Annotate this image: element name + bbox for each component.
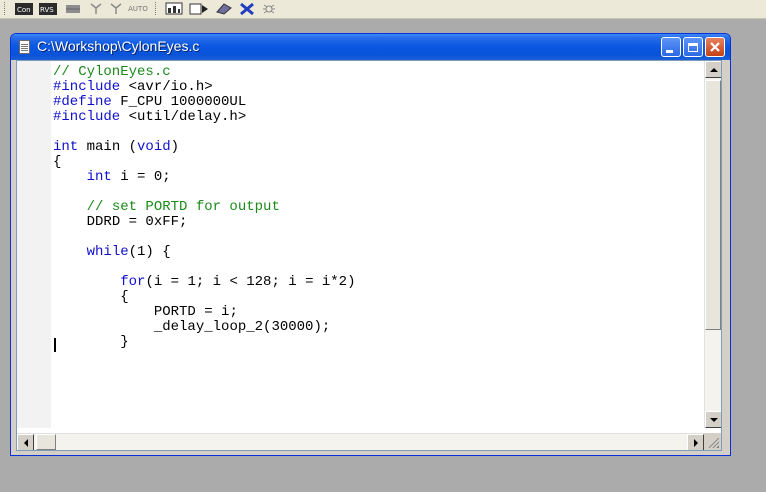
minimize-button[interactable]	[661, 37, 681, 57]
code-text-segment: _delay_loop_2(30000);	[153, 319, 331, 335]
code-text-segment: <util/delay.h>	[120, 109, 247, 125]
code-text-segment: DDRD = 0xFF;	[86, 214, 188, 230]
tree-icon	[90, 3, 102, 14]
document-icon[interactable]	[19, 40, 30, 54]
chevron-up-icon	[709, 67, 718, 72]
tree-icon	[110, 3, 122, 14]
code-text-segment: {	[53, 154, 62, 170]
window-titlebar[interactable]: C:\Workshop\CylonEyes.c	[11, 34, 730, 60]
maximize-icon	[688, 42, 698, 52]
editor-gutter[interactable]	[17, 61, 51, 428]
code-text-segment: F_CPU 1000000UL	[111, 94, 247, 110]
paint-icon	[216, 3, 232, 15]
auto-icon: AUTO	[128, 4, 148, 13]
auto-button[interactable]: AUTO	[126, 1, 150, 16]
vertical-scroll-thumb[interactable]	[705, 80, 721, 330]
code-editor[interactable]: // CylonEyes.c #include <avr/io.h> #defi…	[16, 60, 722, 451]
tree-button[interactable]	[88, 1, 104, 16]
close-icon	[710, 42, 720, 52]
main-toolbar: Con RVS AUTO	[0, 0, 766, 19]
editor-window[interactable]: C:\Workshop\CylonEyes.c // CylonEyes.c #…	[10, 33, 731, 456]
chevron-down-icon	[709, 417, 718, 422]
code-text-segment: )	[170, 139, 180, 155]
chart-icon	[165, 2, 183, 15]
code-keyword: int	[86, 169, 112, 185]
code-keyword: void	[137, 139, 171, 155]
resize-grip[interactable]	[704, 433, 721, 450]
horizontal-scrollbar[interactable]	[17, 433, 704, 450]
paint-button[interactable]	[214, 1, 234, 16]
code-text-segment: main (	[78, 139, 138, 155]
code-text[interactable]: // CylonEyes.c #include <avr/io.h> #defi…	[53, 65, 355, 350]
minimize-icon	[666, 49, 673, 53]
code-keyword: for	[120, 274, 146, 290]
scroll-left-button[interactable]	[17, 434, 34, 450]
debug-icon	[263, 4, 275, 14]
arrow-icon	[189, 3, 208, 15]
compile-icon: Con	[15, 2, 33, 15]
code-text-segment: {	[120, 289, 129, 305]
code-directive: #include	[53, 109, 121, 125]
toolbar-grip[interactable]	[4, 2, 7, 15]
code-text-segment: <avr/io.h>	[120, 79, 213, 95]
text-caret	[54, 338, 56, 352]
close-button[interactable]	[705, 37, 725, 57]
code-directive: #include	[53, 79, 121, 95]
chart-button[interactable]	[164, 1, 184, 16]
scroll-right-button[interactable]	[687, 434, 704, 450]
code-text-segment: PORTD = i;	[153, 304, 238, 320]
window-title: C:\Workshop\CylonEyes.c	[37, 38, 200, 54]
debug-button[interactable]	[260, 1, 278, 16]
make-button[interactable]	[64, 1, 82, 16]
svg-text:Con: Con	[17, 6, 31, 14]
horizontal-scroll-thumb[interactable]	[36, 434, 56, 450]
build-icon: RVS	[39, 2, 57, 15]
toolbar-separator	[155, 2, 158, 15]
vertical-scrollbar[interactable]	[704, 61, 721, 428]
chevron-right-icon	[693, 438, 698, 447]
download-button[interactable]	[188, 1, 210, 16]
code-text-segment: (i = 1; i < 128; i = i*2)	[145, 274, 356, 290]
chevron-left-icon	[23, 438, 28, 447]
code-comment: // CylonEyes.c	[53, 64, 171, 80]
code-text-segment: (1) {	[128, 244, 171, 260]
scroll-down-button[interactable]	[705, 411, 721, 428]
build-button[interactable]: RVS	[38, 1, 58, 16]
maximize-button[interactable]	[683, 37, 703, 57]
code-keyword: while	[86, 244, 129, 260]
make-icon	[66, 4, 80, 13]
delete-icon	[240, 2, 254, 15]
tree-button-2[interactable]	[108, 1, 124, 16]
code-comment: // set PORTD for output	[86, 199, 280, 215]
scroll-up-button[interactable]	[705, 61, 721, 78]
svg-text:RVS: RVS	[40, 6, 54, 14]
delete-button[interactable]	[238, 1, 256, 16]
code-text-segment: i = 0;	[111, 169, 171, 185]
code-directive: #define	[53, 94, 112, 110]
compile-button[interactable]: Con	[14, 1, 34, 16]
code-keyword: int	[53, 139, 79, 155]
code-text-segment: }	[120, 334, 129, 350]
